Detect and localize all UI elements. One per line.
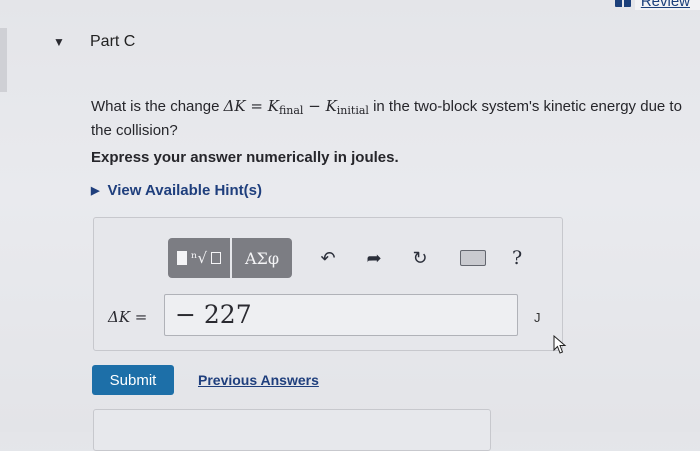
k-initial-subscript: initial <box>336 104 369 117</box>
k-initial-symbol: K <box>325 97 337 115</box>
triangle-right-icon: ▶ <box>91 185 100 197</box>
left-edge-bar <box>0 28 7 92</box>
toolbar-button-group: ⁿ√ ΑΣφ <box>168 238 292 278</box>
k-final-symbol: K <box>267 97 279 115</box>
instruction-text: Express your answer numerically in joule… <box>91 149 399 166</box>
keyboard-icon[interactable] <box>460 250 486 266</box>
triangle-down-icon[interactable]: ▼ <box>53 35 65 49</box>
greek-symbols-button[interactable]: ΑΣφ <box>232 238 292 278</box>
answer-label-text: ΔK = <box>108 308 148 326</box>
answer-unit: J <box>534 310 541 325</box>
view-hints-label: View Available Hint(s) <box>107 182 262 199</box>
undo-icon[interactable]: ↶ <box>318 248 338 269</box>
question-text: What is the change ΔK = Kfinal − Kinitia… <box>91 96 691 141</box>
help-button[interactable]: ? <box>512 247 522 269</box>
box-icon <box>211 252 222 264</box>
review-link-group[interactable]: Review <box>614 0 700 10</box>
answer-label: ΔK = <box>108 308 147 326</box>
reset-icon[interactable]: ↻ <box>410 248 430 269</box>
delta-k-symbol: ΔK <box>223 97 246 115</box>
k-final-subscript: final <box>278 104 304 117</box>
answer-input[interactable]: − 227 <box>164 294 518 336</box>
previous-answers-link[interactable]: Previous Answers <box>198 372 319 388</box>
minus-sign: − <box>303 97 326 115</box>
part-title: Part C <box>90 33 136 50</box>
equals-sign: = <box>245 97 268 115</box>
next-panel <box>93 409 491 451</box>
answer-panel: ⁿ√ ΑΣφ ↶ ➦ ↻ ? ΔK = − 227 J <box>93 217 563 351</box>
review-link[interactable]: Review <box>634 0 700 10</box>
question-text-before: What is the change <box>91 98 224 115</box>
templates-icon <box>176 251 187 265</box>
math-toolbar: ⁿ√ ΑΣφ ↶ ➦ ↻ ? <box>168 238 522 278</box>
submit-button[interactable]: Submit <box>92 365 174 395</box>
redo-icon[interactable]: ➦ <box>364 248 384 269</box>
book-icon <box>614 0 631 7</box>
view-hints-link[interactable]: ▶ View Available Hint(s) <box>91 182 262 199</box>
templates-button[interactable]: ⁿ√ <box>168 238 230 278</box>
sqrt-icon: ⁿ√ <box>190 249 208 267</box>
mouse-pointer-icon <box>553 335 567 354</box>
